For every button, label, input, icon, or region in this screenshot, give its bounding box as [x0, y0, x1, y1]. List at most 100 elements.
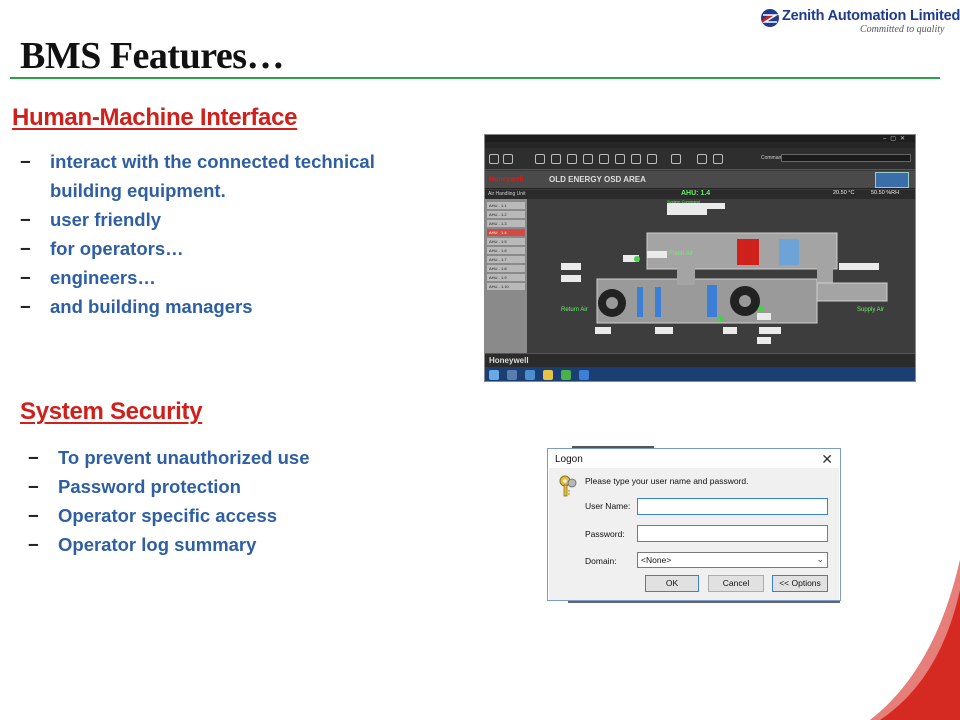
chart-icon — [631, 154, 641, 164]
dialog-body: Please type your user name and password.… — [549, 468, 839, 600]
sidebar-item-ahu-active[interactable]: AHU - 1.4 — [487, 229, 525, 236]
sidebar-item-ahu[interactable]: AHU - 1.6 — [487, 247, 525, 254]
dash-bullet: − — [20, 267, 31, 288]
hmi-screenshot: –▢✕ Command Honeywell OLD ENERGY OSD ARE… — [484, 134, 916, 382]
bullet-text: engineers… — [50, 267, 156, 288]
print-icon — [713, 154, 723, 164]
sidebar-item-ahu[interactable]: AHU - 1.1 — [487, 202, 525, 209]
nav-forward-icon — [503, 154, 513, 164]
grid-icon — [551, 154, 561, 164]
folder-icon[interactable] — [543, 370, 553, 380]
refresh-icon — [535, 154, 545, 164]
dialog-backdrop-edge — [568, 601, 840, 603]
honeywell-brand: Honeywell — [489, 176, 524, 183]
company-logo: Zenith Automation Limited Committed to q… — [760, 6, 960, 36]
ok-button[interactable]: OK — [645, 575, 699, 592]
sidebar-item-ahu[interactable]: AHU - 1.10 — [487, 283, 525, 290]
sidebar-item-ahu[interactable]: AHU - 1.5 — [487, 238, 525, 245]
bullet-text: interact with the connected technical bu… — [50, 151, 375, 201]
ahu-schematic: Fresh Air Return Air Supply Air System C… — [527, 199, 915, 353]
list-item: − and building managers — [20, 292, 440, 321]
fresh-air-label: Fresh Air — [669, 251, 693, 257]
keys-icon — [559, 475, 577, 497]
window-controls-icon: –▢✕ — [882, 136, 909, 142]
ahu-diagram: Fresh Air Return Air Supply Air System C… — [561, 199, 888, 344]
system-command-label: System Command — [667, 199, 700, 204]
list-item: − Operator log summary — [28, 530, 448, 559]
sidebar-item-ahu[interactable]: AHU - 1.2 — [487, 211, 525, 218]
sidebar-header: Air Handling Unit — [488, 191, 526, 197]
app-icon[interactable] — [525, 370, 535, 380]
trend-icon — [615, 154, 625, 164]
dash-bullet: − — [20, 151, 31, 172]
report-icon — [647, 154, 657, 164]
supply-air-label: Supply Air — [857, 307, 884, 313]
bullet-text: user friendly — [50, 209, 162, 230]
domain-select[interactable]: <None> ⌄ — [637, 552, 828, 568]
bullet-text: To prevent unauthorized use — [58, 447, 310, 468]
app-icon[interactable] — [579, 370, 589, 380]
logon-dialog: Logon ✕ Please type your user name and p… — [547, 448, 841, 601]
close-icon[interactable]: ✕ — [821, 451, 833, 468]
company-name: Zenith Automation Limited — [782, 8, 960, 24]
password-input[interactable] — [637, 525, 828, 542]
app-icon[interactable] — [507, 370, 517, 380]
security-heading: System Security — [20, 398, 203, 425]
cancel-button[interactable]: Cancel — [708, 575, 764, 592]
sidebar-item-ahu[interactable]: AHU - 1.8 — [487, 265, 525, 272]
domain-label: Domain: — [585, 556, 617, 566]
bullet-text: Password protection — [58, 476, 241, 497]
hmi-sidebar: AHU - 1.1 AHU - 1.2 AHU - 1.3 AHU - 1.4 … — [485, 199, 527, 353]
sidebar-item-ahu[interactable]: AHU - 1.7 — [487, 256, 525, 263]
client-logo-icon — [875, 172, 909, 188]
sidebar-item-ahu[interactable]: AHU - 1.3 — [487, 220, 525, 227]
dash-bullet: − — [20, 296, 31, 317]
dash-bullet: − — [28, 447, 39, 468]
list-item: − engineers… — [20, 263, 440, 292]
toolbar: Command — [485, 148, 915, 170]
username-label: User Name: — [585, 501, 631, 511]
username-input[interactable] — [637, 498, 828, 515]
dash-bullet: − — [20, 209, 31, 230]
dash-bullet: − — [28, 505, 39, 526]
page-title: BMS Features… — [20, 35, 285, 77]
area-title: OLD ENERGY OSD AREA — [549, 175, 646, 184]
windows-taskbar — [485, 367, 915, 381]
dash-bullet: − — [28, 476, 39, 497]
list-item: − To prevent unauthorized use — [28, 443, 448, 472]
status-brand: Honeywell — [489, 356, 529, 365]
start-icon[interactable] — [489, 370, 499, 380]
ahu-label: AHU: 1.4 — [681, 190, 711, 197]
nav-back-icon — [489, 154, 499, 164]
security-bullet-list: − To prevent unauthorized use − Password p… — [28, 443, 448, 559]
tools-icon — [671, 154, 681, 164]
zenith-logo-icon — [761, 9, 779, 27]
sidebar-item-ahu[interactable]: AHU - 1.9 — [487, 274, 525, 281]
list-item: − Password protection — [28, 472, 448, 501]
hmi-heading: Human-Machine Interface — [12, 104, 298, 131]
bullet-text: and building managers — [50, 296, 253, 317]
window-titlebar: –▢✕ — [485, 135, 915, 142]
list-item: − for operators… — [20, 234, 440, 263]
humidity-readout: 50.50 %RH — [871, 190, 900, 196]
bullet-text: Operator log summary — [58, 534, 257, 555]
hmi-bullet-list: − interact with the connected technical b… — [20, 147, 440, 321]
dash-bullet: − — [20, 238, 31, 259]
logon-prompt: Please type your user name and password. — [585, 476, 749, 486]
list-item: − user friendly — [20, 205, 440, 234]
hmi-subheader: Air Handling Unit AHU: 1.4 20.50 °C 50.5… — [485, 190, 915, 199]
command-box — [781, 154, 911, 162]
hmi-statusbar: Honeywell — [485, 353, 915, 367]
domain-selected-value: <None> — [641, 555, 672, 565]
dash-bullet: − — [28, 534, 39, 555]
list-item: − interact with the connected technical b… — [20, 147, 440, 205]
settings-icon — [599, 154, 609, 164]
password-label: Password: — [585, 529, 625, 539]
return-air-label: Return Air — [561, 307, 588, 313]
options-button[interactable]: << Options — [772, 575, 828, 592]
company-tagline: Committed to quality — [860, 24, 945, 35]
dialog-title: Logon — [555, 454, 583, 465]
hmi-header: Honeywell OLD ENERGY OSD AREA — [485, 171, 915, 189]
browser-icon[interactable] — [561, 370, 571, 380]
alarm-icon — [583, 154, 593, 164]
